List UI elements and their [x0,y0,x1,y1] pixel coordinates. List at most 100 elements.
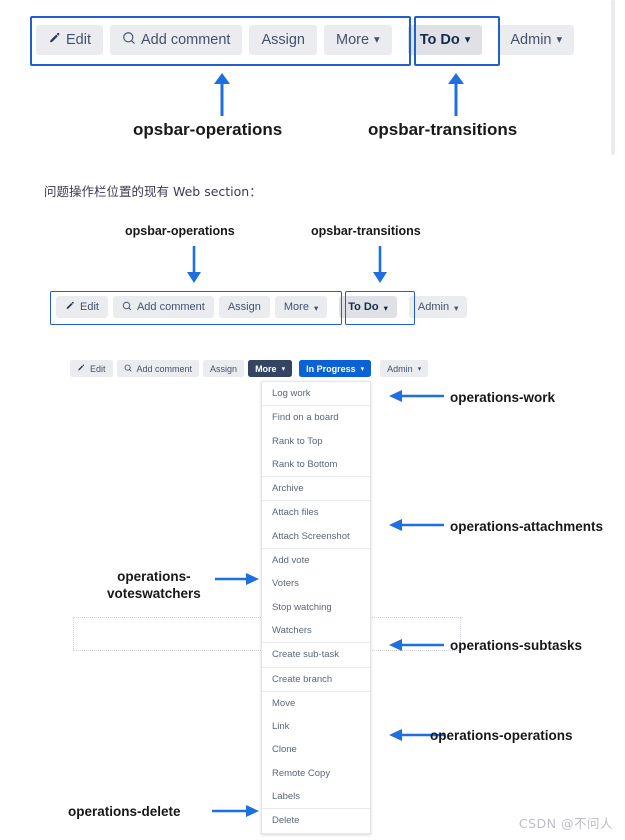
menu-item-voters[interactable]: Voters [262,572,370,595]
magnifier-icon [124,364,132,374]
admin-button-mid-label: Admin [417,301,450,313]
arrow-left-operations-subtasks [389,639,444,651]
label-operations-voteswatchers: operations- voteswatchers [107,568,201,602]
add-comment-button-small-label: Add comment [136,363,193,374]
menu-item-rank-to-top[interactable]: Rank to Top [262,430,370,453]
menu-group-operations-board: Find on a board Rank to Top Rank to Bott… [262,406,370,478]
menu-item-watchers[interactable]: Watchers [262,619,370,642]
arrow-right-operations-voteswatchers [215,573,259,585]
more-button[interactable]: More ▾ [324,25,392,55]
status-todo-label: To Do [419,32,460,48]
label-operations-subtasks: operations-subtasks [450,638,583,653]
arrow-down-opsbar-operations [187,246,201,283]
edit-button-label: Edit [66,32,91,48]
menu-group-operations-attachments: Attach files Attach Screenshot [262,501,370,550]
chevron-down-icon: ▾ [313,302,319,313]
assign-button-label: Assign [261,32,305,48]
menu-item-log-work[interactable]: Log work [262,382,370,405]
label-operations-attachments: operations-attachments [450,519,604,534]
add-comment-button-small[interactable]: Add comment [116,360,200,377]
issue-operations-toolbar-large: Edit Add comment Assign More ▾ To Do ▾ A… [36,25,575,55]
more-button-mid-label: More [283,301,309,313]
edit-button-mid-label: Edit [80,301,99,313]
arrow-left-operations-work [389,390,444,402]
magnifier-icon [122,31,136,49]
label-opsbar-transitions-top: opsbar-transitions [368,120,518,139]
pencil-icon [48,32,61,49]
label-operations-voteswatchers-line1: operations- [117,569,191,584]
label-opsbar-operations-top: opsbar-operations [133,120,283,139]
label-operations-voteswatchers-line2: voteswatchers [107,586,201,601]
menu-item-delete[interactable]: Delete [262,809,370,832]
chevron-down-icon: ▾ [281,365,286,373]
chevron-down-icon: ▾ [417,365,422,373]
label-operations-work: operations-work [450,390,556,405]
label-opsbar-transitions-mid: opsbar-transitions [311,224,421,238]
add-comment-button[interactable]: Add comment [110,25,243,55]
assign-button[interactable]: Assign [249,25,317,55]
menu-group-operations-voteswatchers: Add vote Voters Stop watching Watchers [262,549,370,644]
status-in-progress-button[interactable]: In Progress ▾ [299,360,372,377]
menu-group-operations-archive: Archive [262,477,370,502]
admin-button-small[interactable]: Admin ▾ [380,360,429,377]
chevron-down-icon: ▾ [454,302,459,313]
more-button-small-label: More [255,363,277,374]
chevron-down-icon: ▾ [464,34,471,47]
more-button-small[interactable]: More ▾ [248,360,293,377]
menu-group-operations-work: Log work [262,382,370,407]
menu-group-operations-operations: Move Link Clone Remote Copy Labels [262,692,370,810]
arrow-up-opsbar-transitions [448,73,464,116]
menu-item-add-vote[interactable]: Add vote [262,549,370,572]
menu-item-rank-to-bottom[interactable]: Rank to Bottom [262,453,370,476]
arrow-left-operations-attachments [389,519,444,531]
menu-group-operations-subtasks: Create sub-task [262,643,370,668]
arrow-right-operations-delete [212,805,259,817]
assign-button-small[interactable]: Assign [203,360,245,377]
more-button-mid[interactable]: More ▾ [274,296,328,318]
edit-button-small[interactable]: Edit [70,360,113,377]
label-operations-operations: operations-operations [430,728,573,743]
label-operations-delete: operations-delete [68,804,181,819]
issue-operations-toolbar-mid: Edit Add comment Assign More ▾ To Do ▾ A… [56,296,468,318]
issue-operations-toolbar-small: Edit Add comment Assign More ▾ In Progre… [70,360,429,377]
menu-item-link[interactable]: Link [262,715,370,738]
menu-item-clone[interactable]: Clone [262,738,370,761]
edit-button-mid[interactable]: Edit [56,296,108,318]
section-note: 问题操作栏位置的现有 Web section： [44,184,262,199]
edit-button[interactable]: Edit [36,25,103,55]
status-todo-button-mid[interactable]: To Do ▾ [339,296,397,318]
assign-button-small-label: Assign [210,363,238,374]
more-dropdown-menu: Log work Find on a board Rank to Top Ran… [261,381,371,834]
edit-button-small-label: Edit [90,363,106,374]
vertical-scrollbar[interactable] [611,0,615,155]
status-in-progress-label: In Progress [306,363,356,374]
menu-item-stop-watching[interactable]: Stop watching [262,596,370,619]
menu-item-archive[interactable]: Archive [262,477,370,500]
menu-group-operations-delete: Delete [262,809,370,832]
menu-item-create-sub-task[interactable]: Create sub-task [262,643,370,666]
add-comment-button-mid[interactable]: Add comment [112,296,214,318]
menu-item-move[interactable]: Move [262,692,370,715]
chevron-down-icon: ▾ [360,365,365,373]
assign-button-mid-label: Assign [227,301,261,313]
menu-item-remote-copy[interactable]: Remote Copy [262,762,370,785]
menu-item-labels[interactable]: Labels [262,785,370,808]
label-opsbar-operations-mid: opsbar-operations [125,224,235,238]
menu-item-attach-files[interactable]: Attach files [262,501,370,524]
pencil-icon [65,301,75,314]
admin-button-mid[interactable]: Admin ▾ [408,296,468,318]
menu-item-create-branch[interactable]: Create branch [262,668,370,691]
menu-item-find-on-a-board[interactable]: Find on a board [262,406,370,429]
admin-button[interactable]: Admin ▾ [498,25,575,55]
status-todo-button[interactable]: To Do ▾ [407,25,483,55]
more-button-label: More [336,32,370,48]
menu-group-operations-branch: Create branch [262,668,370,692]
watermark: CSDN @不问人 [518,816,613,831]
arrow-down-opsbar-transitions [373,246,387,283]
arrow-up-opsbar-operations [214,73,230,116]
screenshot-root: Edit Add comment Assign More ▾ To Do ▾ A… [0,0,625,840]
admin-button-small-label: Admin [387,363,413,374]
admin-button-label: Admin [510,32,552,48]
assign-button-mid[interactable]: Assign [218,296,270,318]
menu-item-attach-screenshot[interactable]: Attach Screenshot [262,525,370,548]
